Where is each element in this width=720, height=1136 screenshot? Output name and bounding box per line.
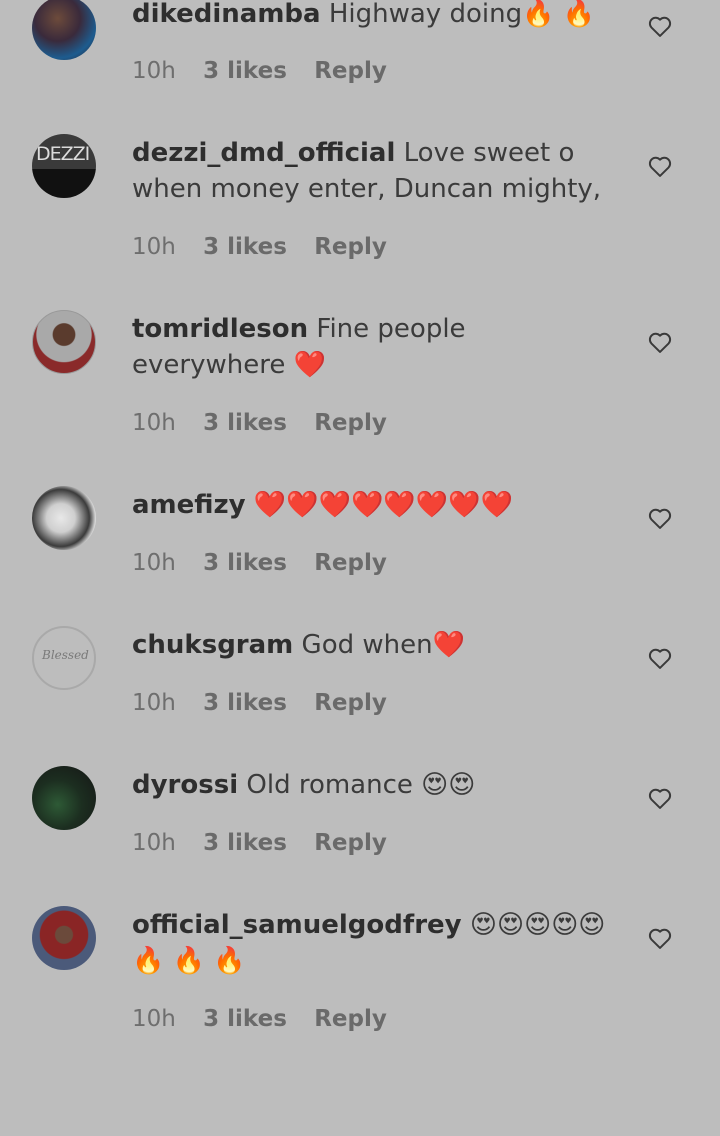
comment-likes[interactable]: 3 likes (203, 234, 287, 260)
comment-text: amefizy ❤️❤️❤️❤️❤️❤️❤️❤️ (132, 487, 622, 523)
avatar[interactable] (32, 906, 96, 970)
heart-outline-icon[interactable] (646, 328, 674, 356)
comment-username[interactable]: official_samuelgodfrey (132, 910, 462, 940)
comment-time: 10h (132, 690, 176, 716)
reply-button[interactable]: Reply (314, 410, 387, 436)
reply-button[interactable]: Reply (314, 1006, 387, 1032)
heart-outline-icon[interactable] (646, 152, 674, 180)
comment-time: 10h (132, 410, 176, 436)
comment-meta: 10h 3 likes Reply (132, 1006, 407, 1032)
comment-meta: 10h 3 likes Reply (132, 410, 407, 436)
heart-outline-icon[interactable] (646, 12, 674, 40)
comment-likes[interactable]: 3 likes (203, 690, 287, 716)
comment-meta: 10h 3 likes Reply (132, 830, 407, 856)
heart-outline-icon[interactable] (646, 784, 674, 812)
comment-likes[interactable]: 3 likes (203, 58, 287, 84)
comment-text: official_samuelgodfrey 😍😍😍😍😍 🔥 🔥 🔥 (132, 907, 622, 979)
reply-button[interactable]: Reply (314, 550, 387, 576)
avatar[interactable] (32, 310, 96, 374)
comment-time: 10h (132, 1006, 176, 1032)
comment-username[interactable]: chuksgram (132, 630, 293, 660)
comment-text: dyrossi Old romance 😍😍 (132, 767, 622, 803)
avatar[interactable]: DEZZI (32, 134, 96, 198)
comment-text: dikedinamba Highway doing🔥 🔥 (132, 0, 622, 32)
avatar-label: DEZZI (36, 143, 90, 165)
comment-meta: 10h 3 likes Reply (132, 234, 407, 260)
avatar[interactable] (32, 766, 96, 830)
comment-text: chuksgram God when❤️ (132, 627, 622, 663)
comment-text: dezzi_dmd_official Love sweet o when mon… (132, 135, 622, 207)
comment-username[interactable]: amefizy (132, 490, 246, 520)
comment-text: tomridleson Fine people everywhere ❤️ (132, 311, 622, 383)
comment-time: 10h (132, 58, 176, 84)
reply-button[interactable]: Reply (314, 830, 387, 856)
comment-likes[interactable]: 3 likes (203, 1006, 287, 1032)
reply-button[interactable]: Reply (314, 234, 387, 260)
comment-body: ❤️❤️❤️❤️❤️❤️❤️❤️ (253, 490, 513, 520)
reply-button[interactable]: Reply (314, 690, 387, 716)
comment-username[interactable]: dikedinamba (132, 0, 321, 29)
comment-username[interactable]: dyrossi (132, 770, 238, 800)
avatar[interactable] (32, 0, 96, 60)
heart-outline-icon[interactable] (646, 504, 674, 532)
reply-button[interactable]: Reply (314, 58, 387, 84)
comment-time: 10h (132, 550, 176, 576)
heart-outline-icon[interactable] (646, 924, 674, 952)
heart-outline-icon[interactable] (646, 644, 674, 672)
avatar-label: Blessed (42, 648, 89, 662)
comment-body: Highway doing🔥 🔥 (328, 0, 596, 29)
comment-time: 10h (132, 234, 176, 260)
comment-username[interactable]: tomridleson (132, 314, 308, 344)
comment-likes[interactable]: 3 likes (203, 410, 287, 436)
comment-body: Old romance 😍😍 (246, 770, 476, 800)
comment-username[interactable]: dezzi_dmd_official (132, 138, 395, 168)
avatar[interactable] (32, 486, 96, 550)
comment-likes[interactable]: 3 likes (203, 550, 287, 576)
comment-meta: 10h 3 likes Reply (132, 690, 407, 716)
comment-likes[interactable]: 3 likes (203, 830, 287, 856)
comment-time: 10h (132, 830, 176, 856)
avatar[interactable]: Blessed (32, 626, 96, 690)
comment-meta: 10h 3 likes Reply (132, 550, 407, 576)
comment-body: God when❤️ (301, 630, 465, 660)
comment-meta: 10h 3 likes Reply (132, 58, 407, 84)
